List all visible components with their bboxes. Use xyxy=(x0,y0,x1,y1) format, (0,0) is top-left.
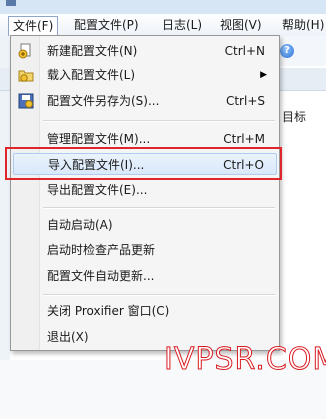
menu-separator xyxy=(43,120,275,122)
menu-log[interactable]: 日志(L) xyxy=(158,16,206,34)
menu-item-autostart[interactable]: 自动启动(A) xyxy=(13,214,277,236)
menu-item-label: 导出配置文件(E)... xyxy=(47,183,148,197)
save-as-icon xyxy=(18,93,34,109)
menu-item-label: 关闭 Proxifier 窗口(C) xyxy=(47,304,170,318)
watermark-text: IVPSR.COM xyxy=(163,342,326,378)
menu-file[interactable]: 文件(F) xyxy=(8,16,59,37)
menu-item-close-window[interactable]: 关闭 Proxifier 窗口(C) xyxy=(13,300,277,322)
menu-item-label: 载入配置文件(L) xyxy=(47,68,136,82)
menu-view[interactable]: 视图(V) xyxy=(216,16,266,34)
menu-help[interactable]: 帮助(H) xyxy=(278,16,326,34)
load-profile-icon xyxy=(18,67,34,83)
new-profile-icon xyxy=(18,43,34,59)
submenu-arrow-icon: ▶ xyxy=(260,70,267,80)
menu-item-label: 新建配置文件(N) xyxy=(47,44,138,58)
menu-item-label: 配置文件另存为(S)... xyxy=(47,94,160,108)
app-icon-fragment xyxy=(6,0,16,6)
menu-item-load-profile[interactable]: 载入配置文件(L) ▶ xyxy=(13,64,277,86)
shortcut-label: Ctrl+S xyxy=(225,94,265,108)
menu-separator xyxy=(43,294,275,296)
menu-item-save-as[interactable]: 配置文件另存为(S)... Ctrl+S xyxy=(13,90,277,112)
menu-item-check-updates[interactable]: 启动时检查产品更新 xyxy=(13,239,277,261)
menu-item-new-profile[interactable]: 新建配置文件(N) Ctrl+N xyxy=(13,40,277,62)
shortcut-label: Ctrl+N xyxy=(224,44,265,58)
menu-item-label: 自动启动(A) xyxy=(47,218,113,232)
menu-item-label: 启动时检查产品更新 xyxy=(47,243,156,257)
menu-separator xyxy=(43,207,275,209)
menu-profile[interactable]: 配置文件(P) xyxy=(70,16,143,34)
menu-item-export-profile[interactable]: 导出配置文件(E)... xyxy=(13,179,277,201)
menu-item-label: 配置文件自动更新... xyxy=(47,269,155,283)
annotation-highlight-box xyxy=(5,147,282,180)
screenshot-root: 文件(F) 配置文件(P) 日志(L) 视图(V) 帮助(H) ? 目标 新建配… xyxy=(0,0,326,419)
menubar: 文件(F) 配置文件(P) 日志(L) 视图(V) 帮助(H) xyxy=(0,14,326,37)
file-menu-dropdown: 新建配置文件(N) Ctrl+N 载入配置文件(L) ▶ 配置文件另存为(S).… xyxy=(10,35,280,351)
window-titlebar-sliver xyxy=(0,0,326,14)
menu-item-label: 退出(X) xyxy=(47,330,89,344)
help-icon[interactable]: ? xyxy=(280,44,294,58)
column-header-target: 目标 xyxy=(282,110,307,124)
menu-item-profile-auto-update[interactable]: 配置文件自动更新... xyxy=(13,265,277,287)
